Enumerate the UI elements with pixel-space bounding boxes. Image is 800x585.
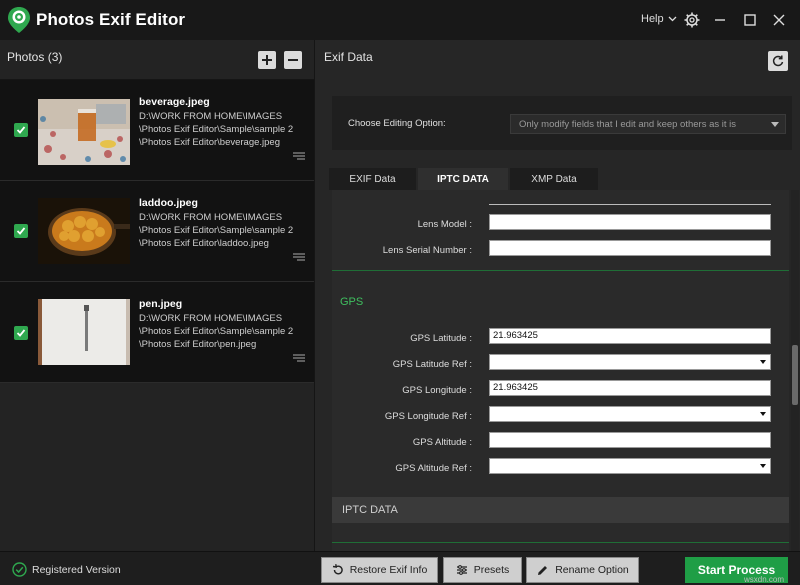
close-button[interactable]	[769, 10, 789, 30]
rename-option-button[interactable]: Rename Option	[526, 557, 639, 583]
pencil-icon	[538, 565, 548, 575]
refresh-button[interactable]	[768, 51, 788, 71]
photo-list-item[interactable]: beverage.jpeg D:\WORK FROM HOME\IMAGES \…	[0, 80, 314, 181]
photo-path: D:\WORK FROM HOME\IMAGES \Photos Exif Ed…	[139, 111, 294, 148]
metadata-form: Lens Model : Lens Serial Number : GPS GP…	[332, 190, 789, 551]
help-menu[interactable]: Help	[641, 13, 677, 25]
title-bar: Photos Exif Editor Help	[0, 0, 800, 40]
gps-latitude-label: GPS Latitude :	[410, 333, 472, 344]
restore-icon	[332, 564, 343, 575]
form-scrollbar[interactable]	[791, 190, 799, 551]
photos-header: Photos (3)	[0, 40, 314, 80]
exif-data-panel: Exif Data Choose Editing Option: Only mo…	[314, 40, 800, 551]
checkmark-icon	[16, 329, 26, 337]
gps-section-heading: GPS	[340, 296, 364, 308]
editing-option-value: Only modify fields that I edit and keep …	[519, 119, 737, 130]
chevron-down-icon	[760, 412, 766, 416]
help-label: Help	[641, 13, 664, 25]
gps-latitude-ref-dropdown[interactable]	[489, 354, 771, 370]
bottom-bar: Registered Version Restore Exif Info Pre…	[0, 551, 800, 585]
lens-model-input[interactable]	[489, 214, 771, 230]
minimize-icon	[715, 19, 725, 21]
close-icon	[773, 14, 785, 26]
gps-latitude-input[interactable]: 21.963425	[489, 328, 771, 344]
photo-checkbox[interactable]	[14, 123, 28, 137]
photo-path: D:\WORK FROM HOME\IMAGES \Photos Exif Ed…	[139, 212, 294, 249]
gps-longitude-input[interactable]: 21.963425	[489, 380, 771, 396]
photo-thumbnail-pen	[38, 299, 130, 365]
editing-option-box: Choose Editing Option: Only modify field…	[332, 96, 792, 150]
editing-option-label: Choose Editing Option:	[348, 118, 446, 129]
restore-exif-info-button[interactable]: Restore Exif Info	[321, 557, 438, 583]
chevron-down-icon	[760, 464, 766, 468]
gps-altitude-input[interactable]	[489, 432, 771, 448]
minimize-button[interactable]	[710, 10, 730, 30]
chevron-down-icon	[760, 360, 766, 364]
scrollbar-thumb[interactable]	[792, 345, 798, 405]
checkmark-icon	[16, 126, 26, 134]
remove-photo-button[interactable]	[284, 51, 302, 69]
lens-model-label: Lens Model :	[417, 219, 472, 230]
rename-option-label: Rename Option	[555, 564, 629, 576]
settings-gear-icon[interactable]	[682, 10, 702, 30]
iptc-section-header: IPTC DATA	[332, 497, 789, 523]
section-divider	[332, 270, 789, 271]
iptc-section-heading: IPTC DATA	[342, 504, 398, 516]
lens-serial-number-input[interactable]	[489, 240, 771, 256]
photos-title: Photos (3)	[7, 50, 63, 64]
tab-exif-data[interactable]: EXIF Data	[329, 168, 416, 190]
menu-lines-icon[interactable]	[293, 253, 305, 261]
photo-checkbox[interactable]	[14, 326, 28, 340]
gps-longitude-ref-label: GPS Longitude Ref :	[384, 411, 472, 422]
gps-longitude-ref-dropdown[interactable]	[489, 406, 771, 422]
checkmark-icon	[16, 227, 26, 235]
refresh-icon	[772, 55, 784, 67]
app-title: Photos Exif Editor	[36, 10, 186, 29]
app-logo-icon	[8, 7, 30, 33]
photo-name: beverage.jpeg	[139, 96, 210, 108]
editing-option-dropdown[interactable]: Only modify fields that I edit and keep …	[510, 114, 786, 134]
menu-lines-icon[interactable]	[293, 152, 305, 160]
plus-icon	[262, 55, 272, 65]
photo-thumbnail-laddoo	[38, 198, 130, 264]
photo-name: laddoo.jpeg	[139, 197, 198, 209]
photo-list-item[interactable]: laddoo.jpeg D:\WORK FROM HOME\IMAGES \Ph…	[0, 181, 314, 282]
photos-panel: Photos (3) beverage.jpeg D:\WORK FROM HO…	[0, 40, 314, 551]
minus-icon	[288, 59, 298, 61]
chevron-down-icon	[771, 122, 779, 127]
maximize-icon	[744, 14, 756, 26]
registered-status: Registered Version	[12, 562, 121, 577]
tab-iptc-data[interactable]: IPTC DATA	[418, 168, 508, 190]
tab-xmp-data[interactable]: XMP Data	[510, 168, 598, 190]
presets-button[interactable]: Presets	[443, 557, 522, 583]
gps-latitude-ref-label: GPS Latitude Ref :	[392, 359, 472, 370]
lens-serial-number-label: Lens Serial Number :	[382, 245, 472, 256]
gps-longitude-label: GPS Longitude :	[402, 385, 472, 396]
data-tabs: EXIF Data IPTC DATA XMP Data	[329, 168, 600, 190]
photo-name: pen.jpeg	[139, 298, 183, 310]
maximize-button[interactable]	[740, 10, 760, 30]
field-top-border	[489, 204, 771, 205]
add-photo-button[interactable]	[258, 51, 276, 69]
menu-lines-icon[interactable]	[293, 354, 305, 362]
chevron-down-icon	[668, 16, 677, 22]
watermark-text: wsxdn.com	[744, 575, 785, 584]
gps-altitude-ref-label: GPS Altitude Ref :	[395, 463, 472, 474]
check-circle-icon	[12, 562, 27, 577]
restore-exif-info-label: Restore Exif Info	[349, 564, 428, 576]
registered-label: Registered Version	[32, 563, 121, 576]
presets-label: Presets	[473, 564, 510, 576]
gps-altitude-label: GPS Altitude :	[412, 437, 472, 448]
exif-data-title: Exif Data	[324, 50, 373, 64]
gps-altitude-ref-dropdown[interactable]	[489, 458, 771, 474]
photo-list-item[interactable]: pen.jpeg D:\WORK FROM HOME\IMAGES \Photo…	[0, 282, 314, 383]
sliders-icon	[456, 565, 467, 575]
photo-checkbox[interactable]	[14, 224, 28, 238]
photo-path: D:\WORK FROM HOME\IMAGES \Photos Exif Ed…	[139, 313, 294, 350]
section-divider	[332, 542, 789, 543]
photo-thumbnail-beverage	[38, 99, 130, 165]
